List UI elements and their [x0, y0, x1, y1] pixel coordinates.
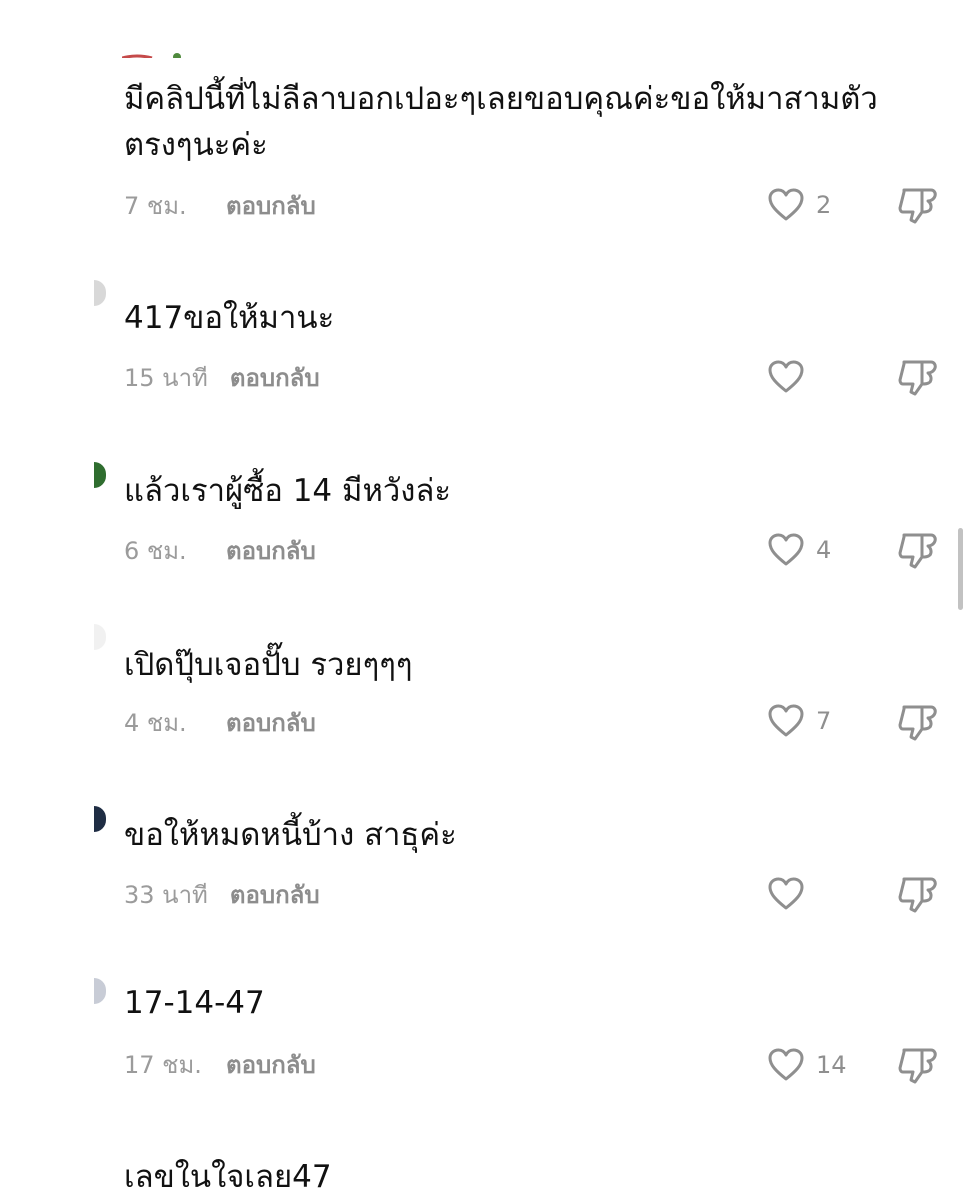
reply-button[interactable]: ตอบกลับ [226, 703, 316, 742]
reply-button[interactable]: ตอบกลับ [226, 1045, 316, 1084]
thumbs-down-outline-icon [896, 183, 940, 227]
reply-button[interactable]: ตอบกลับ [226, 186, 316, 225]
username-faded [124, 268, 204, 280]
heart-outline-icon [766, 185, 806, 225]
like-button[interactable] [766, 874, 816, 914]
comment-text: เลขในใจเลย47 [124, 1159, 332, 1195]
username-faded [124, 1128, 222, 1140]
avatar [94, 280, 106, 306]
comment-meta: 17 ชม. ตอบกลับ [124, 1047, 316, 1081]
comment-text: เปิดปุ๊บเจอปั๊บ รวยๆๆๆ [124, 647, 413, 683]
comment-meta: 15 นาที ตอบกลับ [124, 360, 320, 394]
dislike-button[interactable] [896, 528, 940, 572]
like-count: 7 [816, 707, 832, 735]
reply-button[interactable]: ตอบกลับ [230, 875, 320, 914]
avatar [94, 462, 106, 488]
thumbs-down-outline-icon [896, 700, 940, 744]
comment-time: 7 ชม. [124, 191, 187, 220]
comment-text: แล้วเราผู้ซื้อ 14 มีหวังล่ะ [124, 473, 452, 509]
comment-time: 4 ชม. [124, 708, 187, 737]
scrollbar[interactable] [958, 528, 963, 610]
username-faded [124, 438, 224, 450]
username-faded [124, 610, 196, 622]
dislike-button[interactable] [896, 700, 940, 744]
heart-outline-icon [766, 1045, 806, 1085]
like-button[interactable]: 7 [766, 701, 831, 741]
comment-time: 33 นาที [124, 880, 208, 909]
comment-time: 17 ชม. [124, 1050, 202, 1079]
like-count: 4 [816, 536, 832, 564]
heart-outline-icon [766, 874, 806, 914]
comment-meta: 6 ชม. ตอบกลับ [124, 533, 316, 567]
comment-text: มีคลิปนี้ที่ไม่ลีลาบอกเปอะๆเลยขอบคุณค่ะข… [124, 81, 878, 163]
comment-list: มีคลิปนี้ที่ไม่ลีลาบอกเปอะๆเลยขอบคุณค่ะข… [0, 0, 973, 1200]
dislike-button[interactable] [896, 183, 940, 227]
thumbs-down-outline-icon [896, 528, 940, 572]
dislike-button[interactable] [896, 1043, 940, 1087]
thumbs-down-outline-icon [896, 872, 940, 916]
like-count: 14 [816, 1051, 847, 1079]
thumbs-down-outline-icon [896, 355, 940, 399]
heart-outline-icon [766, 357, 806, 397]
comment-meta: 4 ชม. ตอบกลับ [124, 705, 316, 739]
comment-meta: 7 ชม. ตอบกลับ [124, 188, 316, 222]
avatar [94, 978, 106, 1004]
thumbs-down-outline-icon [896, 1043, 940, 1087]
comment-time: 15 นาที [124, 363, 208, 392]
heart-outline-icon [766, 701, 806, 741]
dislike-button[interactable] [896, 872, 940, 916]
heart-outline-icon [766, 530, 806, 570]
cropped-avatar-fragment [122, 48, 212, 58]
dislike-button[interactable] [896, 355, 940, 399]
comment-text: 417ขอให้มานะ [124, 300, 335, 336]
avatar [94, 806, 106, 832]
like-button[interactable]: 4 [766, 530, 831, 570]
comment-text: ขอให้หมดหนี้บ้าง สาธุค่ะ [124, 817, 457, 853]
like-button[interactable]: 14 [766, 1045, 847, 1085]
comment-text: 17-14-47 [124, 985, 265, 1021]
reply-button[interactable]: ตอบกลับ [230, 358, 320, 397]
like-count: 2 [816, 191, 832, 219]
avatar [94, 624, 106, 650]
comment-time: 6 ชม. [124, 536, 187, 565]
like-button[interactable]: 2 [766, 185, 831, 225]
comment-meta: 33 นาที ตอบกลับ [124, 877, 320, 911]
like-button[interactable] [766, 357, 816, 397]
reply-button[interactable]: ตอบกลับ [226, 531, 316, 570]
